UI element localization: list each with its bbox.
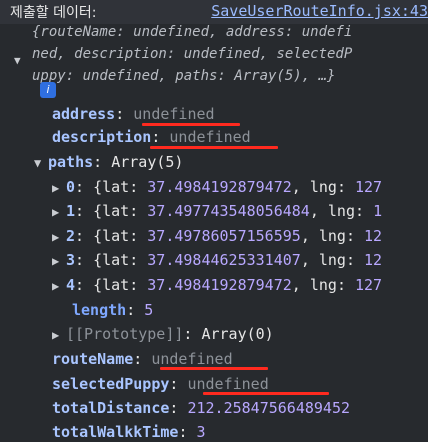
prop-row-description[interactable]: description: undefined xyxy=(52,127,251,147)
red-underline-selectedPuppy xyxy=(203,392,329,395)
prop-key: description xyxy=(52,128,152,146)
path-item-0[interactable]: ▶ 0: {lat: 37.4984192879472, lng: 127 xyxy=(52,177,428,198)
path-item-3[interactable]: ▶ 3: {lat: 37.49844625331407, lng: 12 xyxy=(52,250,428,271)
log-label: 제출할 데이터: xyxy=(10,5,97,21)
red-underline-routeName xyxy=(160,367,268,370)
prop-value: 212.25847566489452 xyxy=(187,399,351,417)
expand-caret-icon[interactable]: ▼ xyxy=(34,153,48,173)
prop-key: address xyxy=(52,105,116,123)
prop-value: undefined xyxy=(151,350,233,368)
prop-value: Array(0) xyxy=(201,325,274,343)
prop-row-routeName[interactable]: routeName: undefined xyxy=(52,349,233,369)
info-icon[interactable]: i xyxy=(40,82,56,98)
prop-row-paths[interactable]: ▼ paths: Array(5) xyxy=(34,152,183,173)
path-item-4[interactable]: ▶ 4: {lat: 37.4984192879472, lng: 127 xyxy=(52,275,428,296)
prop-key: [[Prototype]] xyxy=(66,325,184,343)
collapse-caret-icon[interactable]: ▶ xyxy=(52,325,66,345)
prop-key: totalDistance xyxy=(52,399,170,417)
prop-value: undefined xyxy=(187,375,269,393)
prop-key: routeName xyxy=(52,350,134,368)
collapse-caret-icon[interactable]: ▶ xyxy=(52,276,66,296)
prop-row-length[interactable]: length: 5 xyxy=(72,300,153,320)
prop-value: undefined xyxy=(169,128,251,146)
summary-line-1: {routeName: undefined, address: undefi xyxy=(32,24,353,40)
collapse-caret-icon[interactable]: ▶ xyxy=(52,251,66,271)
collapse-caret-icon[interactable]: ▶ xyxy=(52,178,66,198)
prop-key: selectedPuppy xyxy=(52,375,170,393)
prop-row-address[interactable]: address: undefined xyxy=(52,104,215,124)
path-item-2[interactable]: ▶ 2: {lat: 37.49786057156595, lng: 12 xyxy=(52,226,428,247)
object-summary-preview[interactable]: {routeName: undefined, address: undefi n… xyxy=(32,21,428,87)
prop-key: totalWalkkTime xyxy=(52,423,179,441)
collapse-caret-icon[interactable]: ▶ xyxy=(52,202,66,222)
expand-collapse-icon[interactable]: ▼ xyxy=(14,54,21,67)
prop-value: Array(5) xyxy=(111,153,184,171)
prop-value: 5 xyxy=(144,301,154,319)
collapse-caret-icon[interactable]: ▶ xyxy=(52,227,66,247)
prop-value: 3 xyxy=(196,423,206,441)
source-link[interactable]: SaveUserRouteInfo.jsx:43 xyxy=(211,2,428,20)
prop-value: undefined xyxy=(133,105,215,123)
prop-key: paths xyxy=(48,153,94,171)
prop-row-selectedPuppy[interactable]: selectedPuppy: undefined xyxy=(52,374,269,394)
prop-row-totalDistance[interactable]: totalDistance: 212.25847566489452 xyxy=(52,398,350,418)
prop-key: length xyxy=(72,301,127,319)
prop-row-totalWalkTime[interactable]: totalWalkkTime: 3 xyxy=(52,422,206,442)
summary-line-3: uppy: undefined, paths: Array(5), …} xyxy=(32,68,336,84)
prop-row-prototype[interactable]: ▶ [[Prototype]]: Array(0) xyxy=(52,324,274,345)
red-underline-description xyxy=(150,146,278,149)
path-item-1[interactable]: ▶ 1: {lat: 37.497743548056484, lng: 1 xyxy=(52,201,428,222)
red-underline-address xyxy=(142,123,240,126)
summary-line-2: ned, description: undefined, selectedP xyxy=(32,46,353,62)
